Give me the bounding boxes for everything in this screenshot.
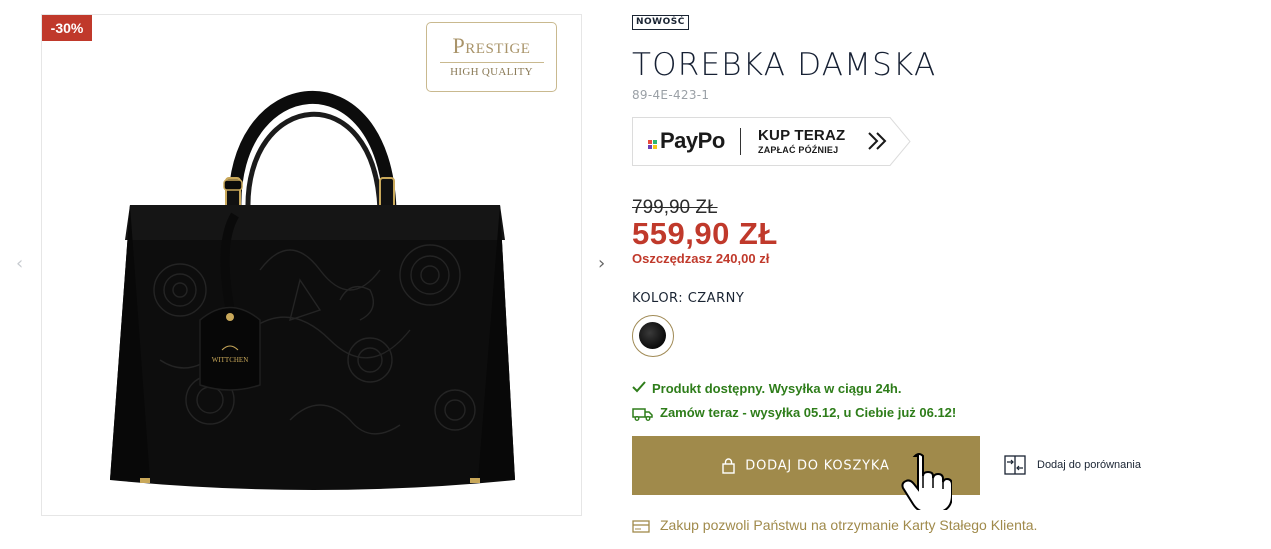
- prestige-divider: [439, 62, 544, 63]
- paypo-cta-sub: ZAPŁAĆ PÓŹNIEJ: [758, 145, 839, 155]
- compare-icon: [1004, 455, 1026, 475]
- check-icon: [632, 381, 646, 393]
- card-icon: [632, 520, 650, 533]
- availability-text: Produkt dostępny. Wysyłka w ciągu 24h.: [652, 381, 902, 396]
- double-chevron-icon: [868, 132, 887, 150]
- product-title: TOREBKA DAMSKA: [632, 47, 937, 83]
- prestige-quality-logo: Prestige HIGH QUALITY: [426, 22, 557, 92]
- prestige-title: Prestige: [452, 33, 531, 58]
- hand-cursor-icon: [901, 453, 952, 510]
- chevron-right-icon[interactable]: ›: [598, 255, 605, 273]
- shipping-info: Zamów teraz - wysyłka 05.12, u Ciebie ju…: [632, 405, 956, 421]
- paypo-divider: [740, 128, 741, 155]
- paypo-banner[interactable]: PayPo KUP TERAZ ZAPŁAĆ PÓŹNIEJ: [632, 117, 912, 166]
- availability-status: Produkt dostępny. Wysyłka w ciągu 24h.: [632, 381, 901, 396]
- paypo-cta-main: KUP TERAZ: [758, 127, 846, 144]
- loyalty-info: Zakup pozwoli Państwu na otrzymanie Kart…: [632, 517, 1037, 533]
- savings-text: Oszczędzasz 240,00 zł: [632, 251, 770, 266]
- chevron-left-icon[interactable]: ‹: [16, 255, 23, 273]
- loyalty-text: Zakup pozwoli Państwu na otrzymanie Kart…: [660, 517, 1038, 533]
- lock-icon: [722, 457, 735, 474]
- color-label: KOLOR: CZARNY: [632, 291, 745, 306]
- color-swatch-black[interactable]: [632, 315, 674, 357]
- swatch-fill: [639, 322, 666, 349]
- current-price: 559,90 ZŁ: [632, 216, 778, 251]
- shipping-text: Zamów teraz - wysyłka 05.12, u Ciebie ju…: [660, 405, 957, 420]
- new-badge: NOWOŚĆ: [632, 15, 689, 30]
- paypo-dots-icon: [648, 140, 658, 150]
- truck-icon: [632, 407, 653, 421]
- compare-label: Dodaj do porównania: [1037, 459, 1141, 471]
- paypo-logo: PayPo: [660, 128, 725, 153]
- product-sku: 89-4E-423-1: [632, 88, 710, 102]
- discount-badge: -30%: [42, 15, 92, 41]
- svg-text:WITTCHEN: WITTCHEN: [212, 356, 249, 364]
- product-image[interactable]: WITTCHEN: [100, 40, 530, 500]
- prestige-subtitle: HIGH QUALITY: [450, 66, 533, 78]
- add-to-cart-label: DODAJ DO KOSZYKA: [745, 458, 890, 473]
